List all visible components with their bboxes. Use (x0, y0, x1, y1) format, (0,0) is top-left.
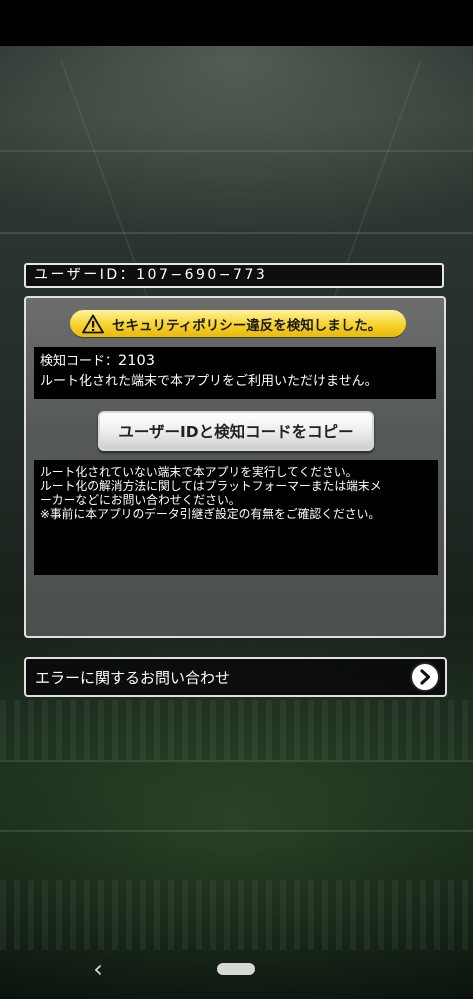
background-decor (0, 880, 473, 950)
warning-triangle-icon (82, 314, 104, 333)
status-bar (0, 0, 473, 46)
user-id-text: ユーザーID：107−690−773 (34, 267, 268, 283)
background-decor (0, 150, 473, 152)
chevron-right-icon (420, 669, 431, 685)
instructions-box: ルート化されていない端末で本アプリを実行してください。 ルート化の解消方法に関し… (34, 460, 438, 575)
error-panel: セキュリティポリシー違反を検知しました。 検知コード：2103 ルート化された端… (24, 296, 446, 638)
instruction-line: ルート化されていない端末で本アプリを実行してください。 (40, 465, 358, 479)
user-id-bar: ユーザーID：107−690−773 (24, 263, 444, 288)
background-decor (0, 830, 473, 832)
home-pill-icon[interactable] (217, 963, 255, 975)
copy-id-code-button[interactable]: ユーザーIDと検知コードをコピー (98, 411, 374, 451)
warning-banner: セキュリティポリシー違反を検知しました。 (70, 310, 406, 337)
background-decor (0, 760, 473, 762)
instruction-line: ルート化の解消方法に関してはプラットフォーマーまたは端末メ (40, 479, 382, 493)
instruction-line: ーカーなどにお問い合わせください。 (40, 493, 241, 507)
screen: ユーザーID：107−690−773 セキュリティポリシー違反を検知しました。 … (0, 0, 473, 999)
chevron-right-circle-icon[interactable] (410, 662, 440, 692)
background-decor (0, 232, 473, 234)
error-contact-label: エラーに関するお問い合わせ (35, 668, 231, 687)
back-icon[interactable]: ‹ (88, 955, 108, 983)
detect-code-value: 2103 (118, 353, 155, 369)
instruction-line: ※事前に本アプリのデータ引継ぎ設定の有無をご確認ください。 (40, 507, 381, 521)
detect-code-label: 検知コード： (40, 354, 119, 369)
detect-info-box: 検知コード：2103 ルート化された端末で本アプリをご利用いただけません。 (34, 347, 436, 399)
error-contact-button[interactable]: エラーに関するお問い合わせ (24, 657, 447, 697)
detect-message: ルート化された端末で本アプリをご利用いただけません。 (40, 374, 378, 389)
detect-code-row: 検知コード：2103 (40, 351, 430, 372)
background-decor (0, 700, 473, 760)
warning-banner-text: セキュリティポリシー違反を検知しました。 (112, 317, 382, 334)
